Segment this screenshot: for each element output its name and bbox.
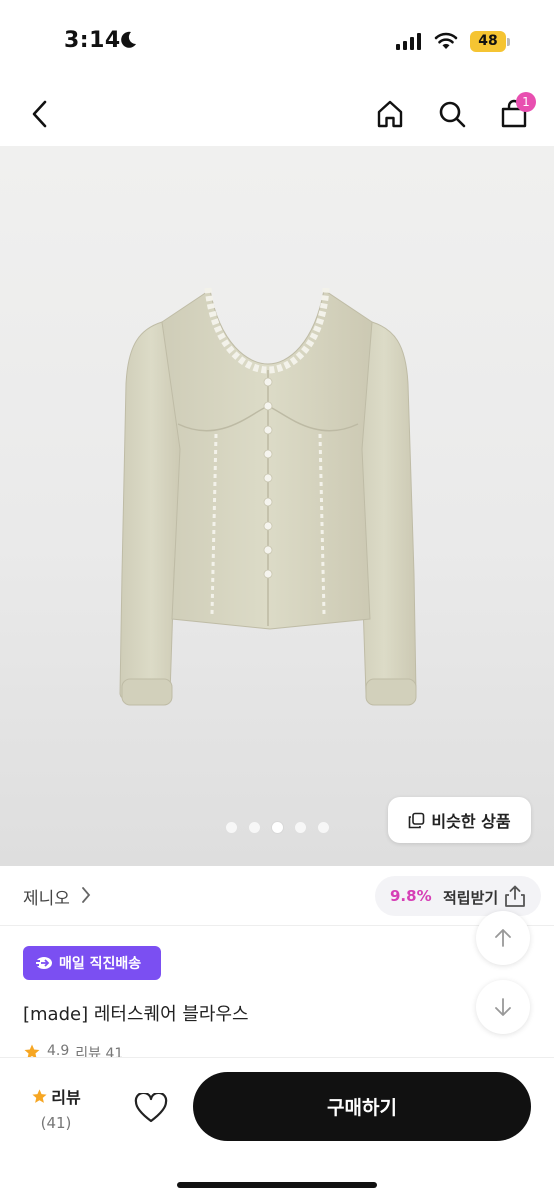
chevron-right-icon [82, 887, 91, 903]
signal-icon [396, 33, 421, 50]
home-indicator [177, 1182, 377, 1188]
arrow-down-icon [495, 998, 511, 1016]
status-bar: 3:14 48 [0, 0, 554, 82]
home-icon [377, 100, 403, 128]
search-icon [439, 101, 466, 128]
cart-count-badge: 1 [516, 92, 536, 112]
review-count: (41) [40, 1114, 72, 1132]
star-icon [32, 1088, 47, 1103]
heart-icon [134, 1093, 168, 1123]
wifi-icon [434, 32, 458, 49]
back-button[interactable] [22, 96, 58, 132]
battery-level: 48 [478, 33, 498, 49]
battery-indicator: 48 [470, 31, 506, 52]
fast-delivery-icon [33, 957, 52, 969]
nav-bar [0, 82, 554, 146]
reward-label: 적립받기 [443, 889, 499, 907]
gallery-dot-active[interactable] [272, 822, 283, 833]
reward-rate: 9.8% [390, 887, 432, 905]
product-photo-blouse [119, 287, 417, 706]
bottom-purchase-bar: 리뷰 (41) 구매하기 [0, 1057, 554, 1200]
moon-icon [121, 31, 136, 48]
reward-button[interactable]: 9.8% 적립받기 [375, 876, 541, 916]
chevron-left-icon [32, 100, 47, 128]
gallery-dot[interactable] [249, 822, 260, 833]
arrow-up-icon [495, 929, 511, 947]
delivery-badge: 매일 직진배송 [23, 946, 161, 980]
battery-tip [507, 38, 510, 46]
delivery-badge-label: 매일 직진배송 [59, 956, 142, 972]
similar-products-label: 비슷한 상품 [431, 812, 511, 831]
similar-products-button[interactable]: 비슷한 상품 [388, 797, 531, 843]
scroll-up-button[interactable] [476, 911, 530, 965]
copy-icon [409, 812, 425, 828]
share-icon[interactable] [503, 884, 527, 908]
search-button[interactable] [434, 96, 470, 132]
gallery-dot[interactable] [226, 822, 237, 833]
status-time: 3:14 [64, 28, 121, 53]
gallery-dot[interactable] [318, 822, 329, 833]
review-summary-button[interactable]: 리뷰 (41) [24, 1084, 88, 1132]
product-name: [made] 레터스퀘어 블라우스 [23, 1004, 249, 1025]
product-image-gallery[interactable]: 비슷한 상품 [0, 146, 554, 866]
like-button[interactable] [130, 1088, 172, 1128]
scroll-down-button[interactable] [476, 980, 530, 1034]
gallery-dot[interactable] [295, 822, 306, 833]
brand-row: 제니오 9.8% 적립받기 [0, 866, 554, 926]
buy-button[interactable]: 구매하기 [193, 1072, 531, 1141]
gallery-pagination [226, 822, 329, 833]
brand-name-link[interactable]: 제니오 [23, 884, 70, 909]
review-label: 리뷰 [51, 1088, 81, 1107]
home-button[interactable] [372, 96, 408, 132]
